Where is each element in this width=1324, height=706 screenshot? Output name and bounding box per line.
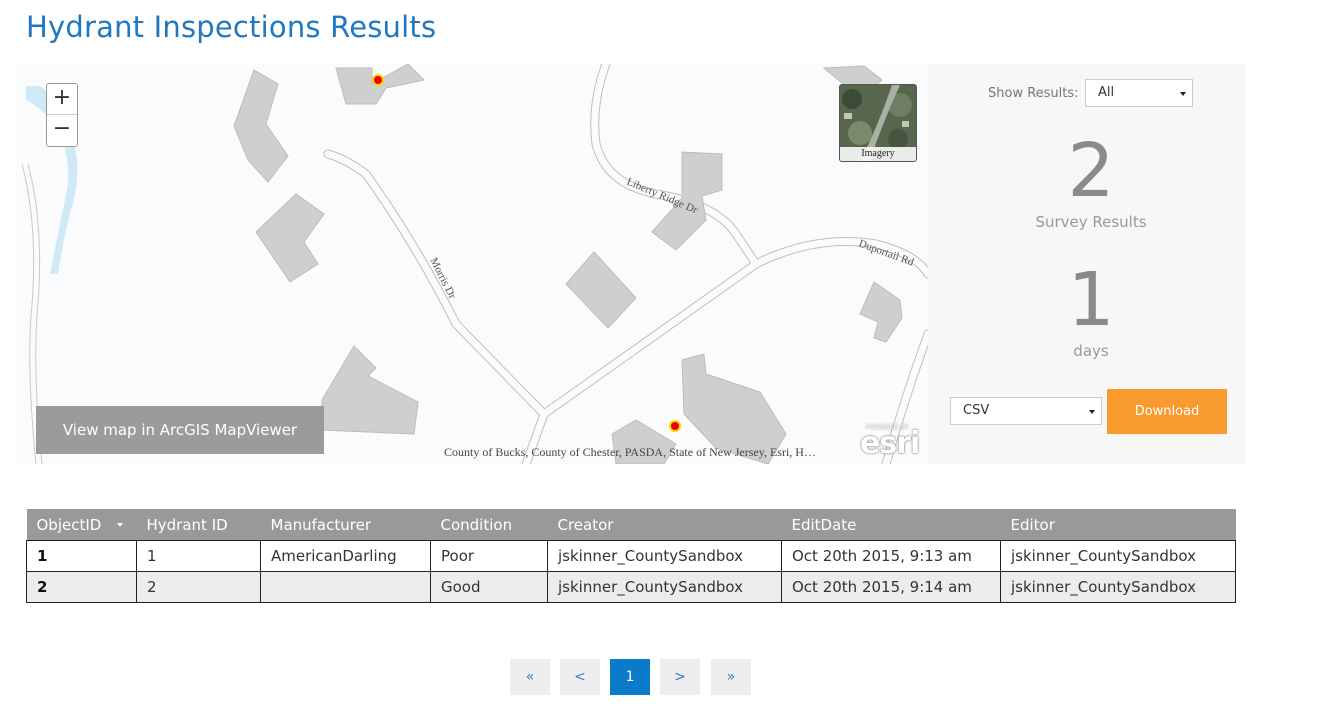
show-results-value: All bbox=[1098, 85, 1115, 100]
cell-manufacturer bbox=[260, 571, 431, 603]
page-title: Hydrant Inspections Results bbox=[26, 10, 437, 44]
first-page-button[interactable]: « bbox=[510, 659, 550, 695]
results-sidebar: Show Results: All 2 Survey Results 1 day… bbox=[928, 64, 1246, 464]
current-page-button[interactable]: 1 bbox=[610, 659, 650, 695]
sort-desc-icon bbox=[117, 523, 124, 527]
export-format-select[interactable]: CSV bbox=[950, 397, 1102, 425]
survey-results-count: 2 bbox=[1067, 128, 1115, 214]
chevron-down-icon bbox=[1180, 92, 1186, 96]
basemap-label: Imagery bbox=[840, 147, 916, 161]
results-table: ObjectID Hydrant ID Manufacturer Conditi… bbox=[26, 509, 1236, 603]
cell-objectid: 2 bbox=[26, 571, 137, 603]
cell-hydrant-id: 1 bbox=[136, 540, 261, 572]
zoom-controls: + − bbox=[46, 83, 78, 147]
column-header-editdate[interactable]: EditDate bbox=[781, 509, 1001, 541]
next-page-button[interactable]: > bbox=[660, 659, 700, 695]
show-results-label: Show Results: bbox=[988, 86, 1079, 101]
column-header-objectid[interactable]: ObjectID bbox=[26, 509, 137, 541]
column-header-manufacturer[interactable]: Manufacturer bbox=[260, 509, 431, 541]
days-label: days bbox=[1073, 342, 1109, 360]
cell-editor: jskinner_CountySandbox bbox=[1000, 571, 1236, 603]
map-view[interactable]: Liberty Ridge Dr Morris Dr Duportail Rd … bbox=[16, 64, 928, 464]
column-header-condition[interactable]: Condition bbox=[430, 509, 548, 541]
cell-manufacturer: AmericanDarling bbox=[260, 540, 431, 572]
esri-wordmark: esri bbox=[860, 426, 920, 461]
zoom-in-button[interactable]: + bbox=[47, 84, 77, 114]
cell-creator: jskinner_CountySandbox bbox=[547, 571, 782, 603]
zoom-out-button[interactable]: − bbox=[47, 114, 77, 145]
chevron-down-icon bbox=[1089, 410, 1095, 414]
last-page-button[interactable]: » bbox=[711, 659, 751, 695]
column-header-creator[interactable]: Creator bbox=[547, 509, 782, 541]
survey-results-label: Survey Results bbox=[1035, 213, 1147, 231]
column-header-hydrant-id[interactable]: Hydrant ID bbox=[136, 509, 261, 541]
cell-hydrant-id: 2 bbox=[136, 571, 261, 603]
column-header-editor[interactable]: Editor bbox=[1000, 509, 1236, 541]
hydrant-marker bbox=[372, 74, 384, 86]
map-attribution: County of Bucks, County of Chester, PASD… bbox=[444, 445, 816, 459]
esri-logo: POWERED BY esri bbox=[856, 422, 926, 461]
previous-page-button[interactable]: < bbox=[560, 659, 600, 695]
map-canvas[interactable]: Liberty Ridge Dr Morris Dr Duportail Rd bbox=[16, 64, 928, 464]
show-results-select[interactable]: All bbox=[1085, 79, 1193, 107]
cell-editdate: Oct 20th 2015, 9:13 am bbox=[781, 540, 1001, 572]
view-map-button[interactable]: View map in ArcGIS MapViewer bbox=[36, 406, 324, 454]
hydrant-marker bbox=[669, 420, 681, 432]
cell-condition: Good bbox=[430, 571, 548, 603]
cell-editor: jskinner_CountySandbox bbox=[1000, 540, 1236, 572]
cell-editdate: Oct 20th 2015, 9:14 am bbox=[781, 571, 1001, 603]
building-footprints bbox=[233, 64, 903, 464]
export-format-value: CSV bbox=[963, 403, 990, 418]
days-count: 1 bbox=[1067, 257, 1115, 343]
cell-creator: jskinner_CountySandbox bbox=[547, 540, 782, 572]
table-row[interactable]: 2 2 Good jskinner_CountySandbox Oct 20th… bbox=[26, 571, 1236, 603]
cell-objectid: 1 bbox=[26, 540, 137, 572]
download-button[interactable]: Download bbox=[1107, 389, 1227, 434]
basemap-toggle[interactable]: Imagery bbox=[839, 84, 917, 162]
table-header-row: ObjectID Hydrant ID Manufacturer Conditi… bbox=[26, 509, 1236, 541]
table-row[interactable]: 1 1 AmericanDarling Poor jskinner_County… bbox=[26, 540, 1236, 572]
cell-condition: Poor bbox=[430, 540, 548, 572]
